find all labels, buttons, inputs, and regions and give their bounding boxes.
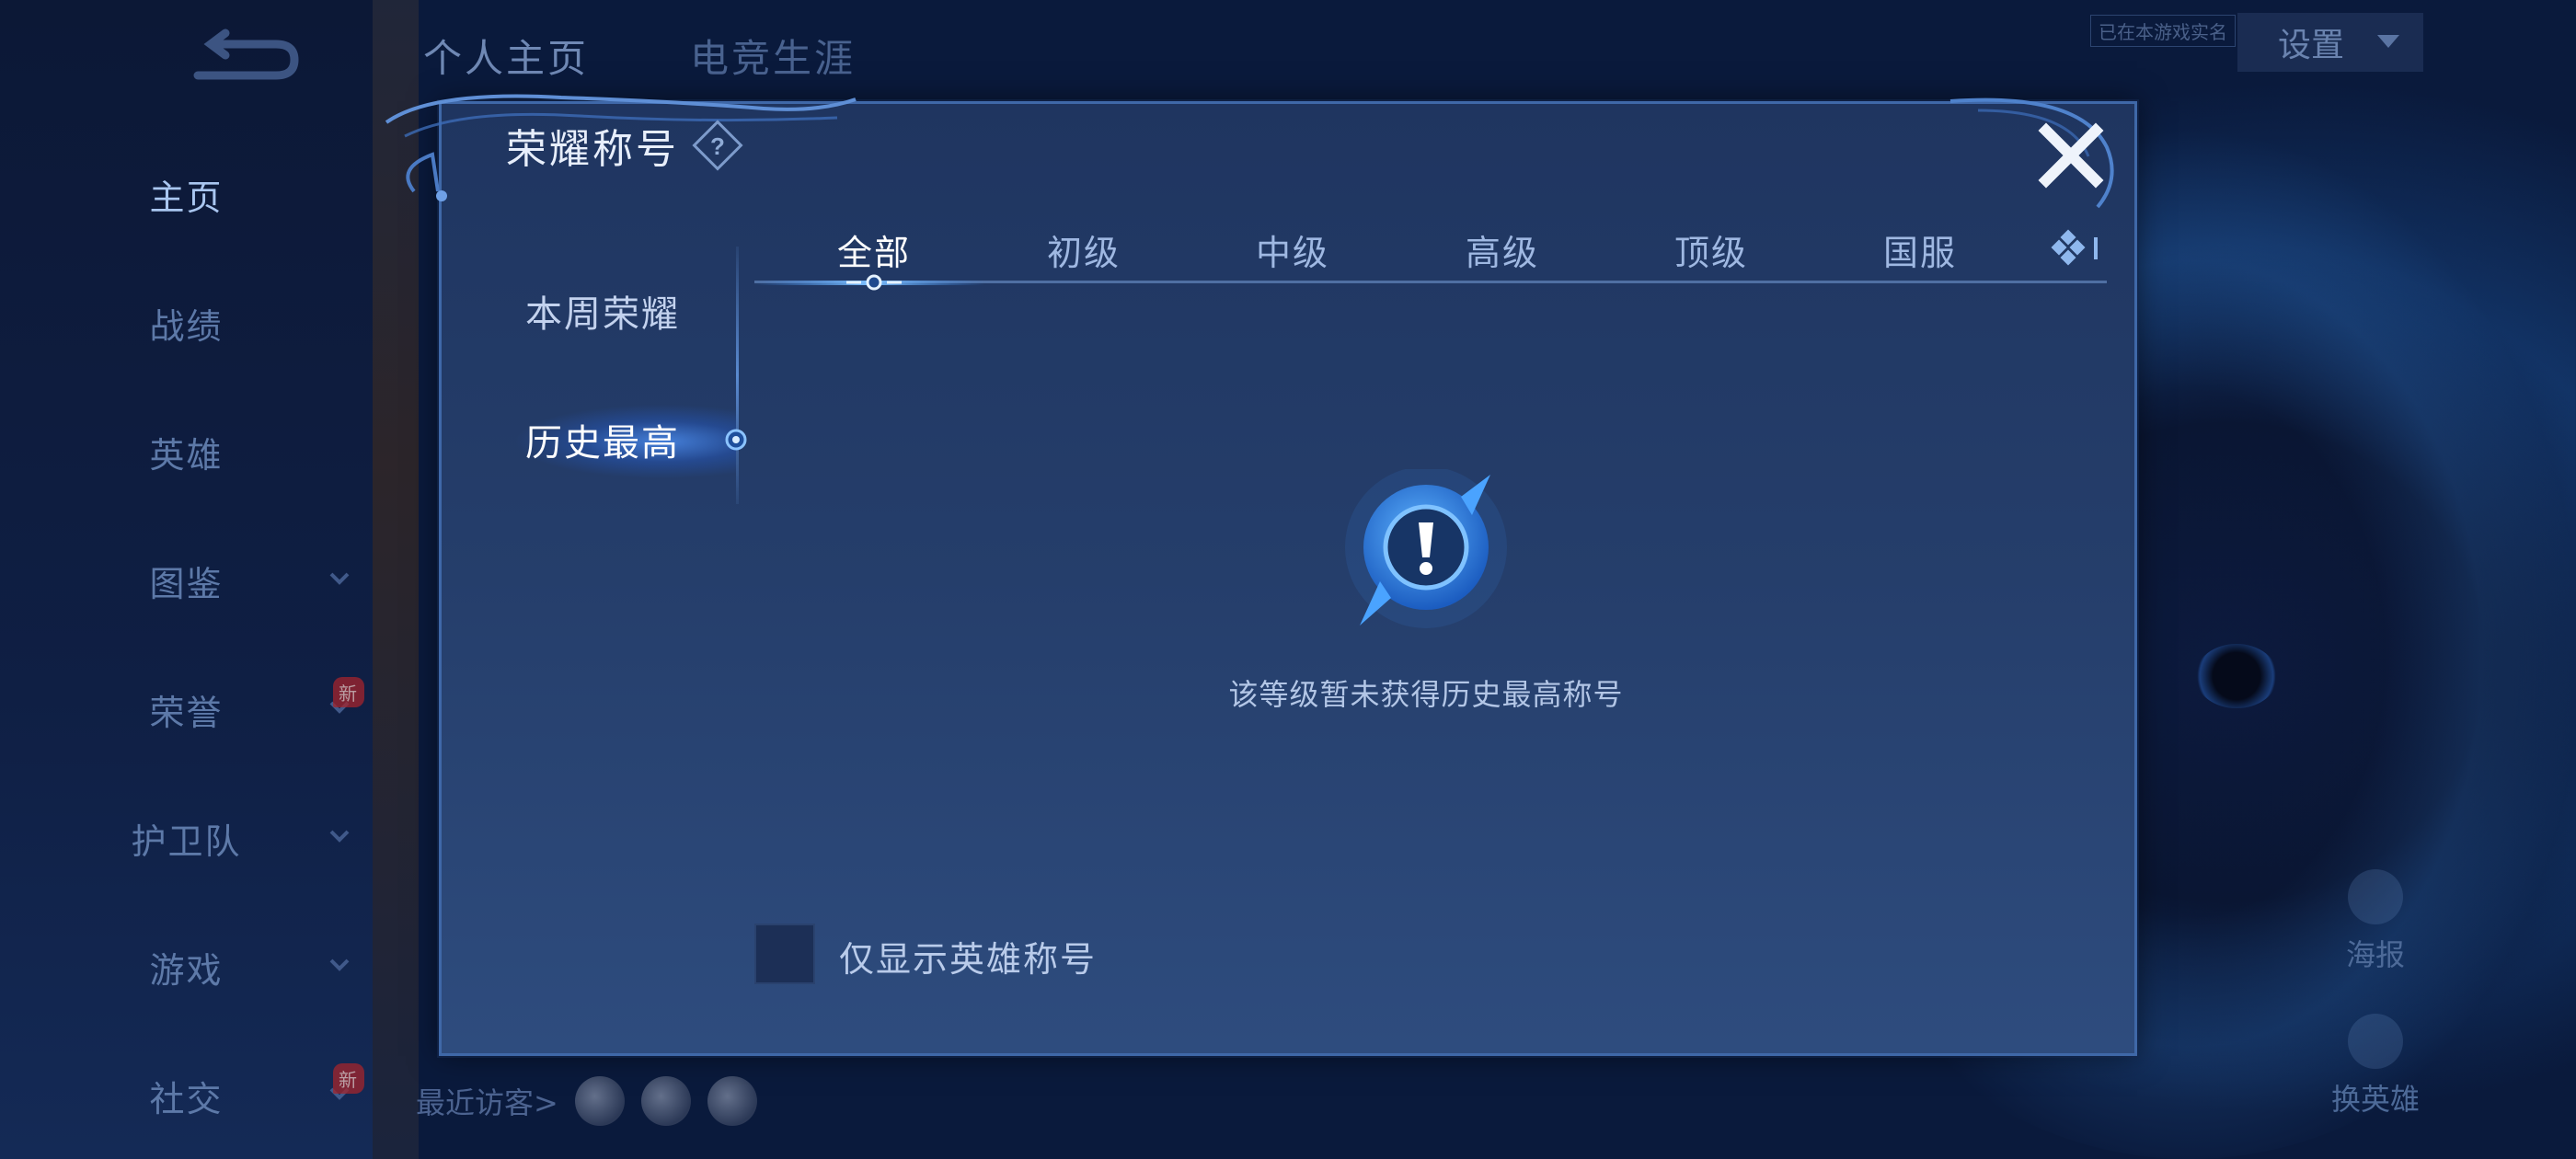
settings-button[interactable]: 设置 (2237, 13, 2423, 72)
nav-item[interactable]: 荣誉 新 (0, 668, 373, 751)
settings-label: 设置 (2278, 27, 2345, 64)
nav-item-label: 英雄 (149, 434, 224, 476)
nav-item[interactable]: 社交 新 (0, 1054, 373, 1137)
visitor-avatar[interactable] (640, 1076, 691, 1126)
change-hero-button[interactable]: 换英雄 (2302, 1014, 2449, 1119)
nav-item-label: 护卫队 (131, 820, 242, 862)
nav-item[interactable]: 英雄 (0, 410, 373, 493)
chevron-down-icon (329, 830, 350, 843)
chevron-down-icon (2377, 35, 2399, 48)
side-item-history-best[interactable]: 历史最高 (469, 394, 736, 486)
side-item-label: 历史最高 (525, 422, 680, 465)
tab-junior[interactable]: 初级 (992, 221, 1176, 278)
modal-title: 荣耀称号 (506, 126, 679, 173)
nav-item-label: 图鉴 (149, 563, 224, 604)
hero-titles-only-checkbox[interactable] (754, 924, 815, 984)
background-hero-art (373, 0, 419, 1159)
nav-item[interactable]: 护卫队 (0, 797, 373, 879)
close-icon[interactable] (2033, 118, 2109, 193)
tab-all[interactable]: 全部 (782, 221, 966, 278)
tab-advanced[interactable]: 高级 (1410, 221, 1594, 278)
back-arrow-icon[interactable] (189, 28, 299, 92)
visitor-avatar[interactable] (707, 1076, 757, 1126)
poster-label: 海报 (2345, 937, 2405, 972)
nav-item-label: 战绩 (149, 305, 224, 347)
tab-top[interactable]: 顶级 (1619, 221, 1803, 278)
real-name-status: 已在本游戏实名 (2090, 15, 2236, 47)
active-indicator-icon (725, 429, 747, 451)
empty-state-message: 该等级暂未获得历史最高称号 (1228, 677, 1624, 712)
diamond-cluster-icon[interactable] (2050, 228, 2105, 270)
left-nav: 主页 战绩 英雄 图鉴 荣誉新护卫队 游戏 社交新 (0, 0, 373, 1159)
new-badge: 新 (333, 1063, 364, 1094)
tab-esports-career[interactable]: 电竞生涯 (690, 28, 856, 84)
nav-item-label: 荣誉 (149, 692, 224, 733)
poster-icon (2348, 869, 2403, 924)
side-menu-divider (736, 247, 739, 504)
new-badge: 新 (333, 677, 364, 707)
nav-item[interactable]: 图鉴 (0, 539, 373, 622)
help-icon[interactable]: ? (692, 120, 743, 171)
change-hero-icon (2348, 1014, 2403, 1069)
nav-item[interactable]: 主页 (0, 153, 373, 235)
change-hero-label: 换英雄 (2330, 1082, 2420, 1117)
side-item-weekly-honor[interactable]: 本周荣耀 (469, 265, 736, 357)
recent-visitors-label[interactable]: 最近访客> (416, 1080, 558, 1122)
nav-item[interactable]: 战绩 (0, 281, 373, 364)
exclamation-compass-icon (1345, 469, 1507, 628)
nav-item[interactable]: 游戏 (0, 925, 373, 1008)
level-tab-bar: 全部 初级 中级 高级 顶级 国服 (754, 221, 2107, 285)
tab-intermediate[interactable]: 中级 (1201, 221, 1385, 278)
poster-button[interactable]: 海报 (2302, 869, 2449, 974)
nav-item-label: 社交 (149, 1078, 224, 1119)
nav-item-label: 主页 (149, 177, 224, 218)
recent-visitors: 最近访客> (416, 1076, 757, 1126)
tab-national[interactable]: 国服 (1828, 221, 2012, 278)
chevron-down-icon (329, 958, 350, 971)
background-top-tabs: 个人主页 电竞生涯 (423, 28, 856, 84)
visitor-avatar[interactable] (574, 1076, 625, 1126)
tab-profile[interactable]: 个人主页 (423, 28, 589, 84)
side-item-label: 本周荣耀 (525, 293, 680, 336)
hero-titles-only-label[interactable]: 仅显示英雄称号 (839, 931, 1097, 981)
svg-text:?: ? (710, 132, 725, 160)
nav-item-label: 游戏 (149, 949, 224, 991)
chevron-down-icon (329, 572, 350, 585)
background-black-hole (2195, 644, 2278, 708)
